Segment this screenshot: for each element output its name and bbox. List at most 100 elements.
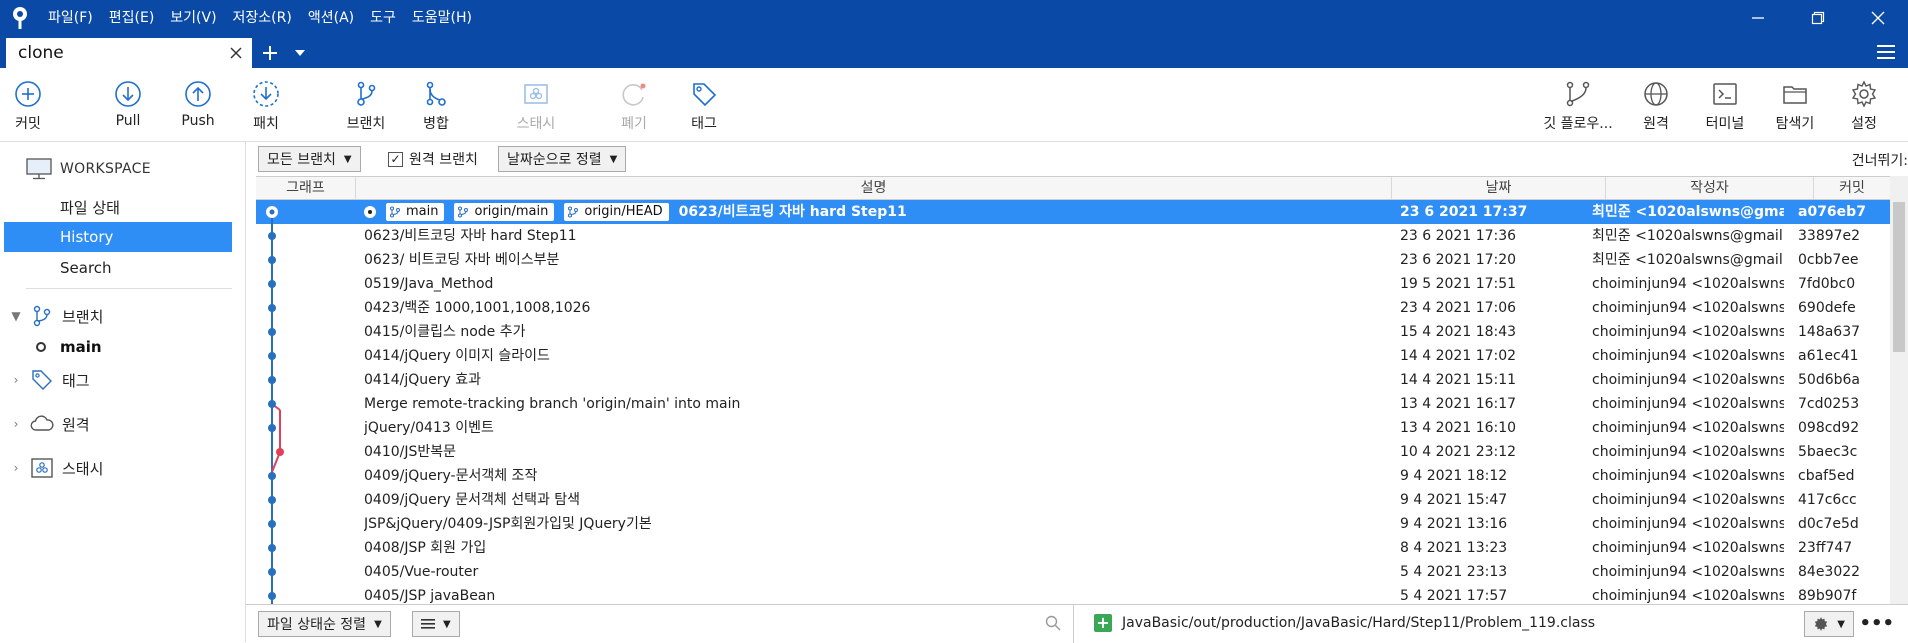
checkbox-checked-icon: ✓ [388,151,403,167]
gear-icon [1851,80,1877,108]
file-list-pane-header: 파일 상태순 정렬 ▼ ▼ [246,605,1074,643]
commit-description: 0405/JSP javaBean [364,588,496,604]
branch-button[interactable]: 브랜치 [346,68,386,142]
sidebar-item-history[interactable]: History [4,222,232,252]
repo-tab[interactable]: clone [6,38,252,68]
menu-actions[interactable]: 액션(A) [300,0,362,36]
commit-description: 0405/Vue-router [364,564,479,580]
remote-branches-checkbox[interactable]: ✓ 원격 브랜치 [388,149,478,169]
table-row-selected[interactable]: main origin/main origin/HEAD 0623/비트코딩 자바 h… [256,200,1890,224]
close-window-button[interactable] [1848,0,1908,36]
minimize-button[interactable] [1728,0,1788,36]
view-mode-dropdown[interactable]: ▼ [412,611,460,637]
table-row[interactable]: jQuery/0413 이벤트 13 4 2021 16:10 choiminjun… [256,416,1890,440]
menu-view[interactable]: 보기(V) [162,0,224,36]
fetch-button[interactable]: 패치 [246,68,286,142]
push-button[interactable]: Push [178,68,218,142]
table-row[interactable]: 0409/jQuery-문서객체 조작 9 4 2021 18:12 choimin… [256,464,1890,488]
commit-button[interactable]: 커밋 [8,68,48,142]
branch-tag-origin-head[interactable]: origin/HEAD [564,203,669,221]
tab-dropdown-icon[interactable] [288,38,312,68]
file-sort-dropdown[interactable]: 파일 상태순 정렬 ▼ [258,611,391,637]
branch-icon [357,81,376,106]
explorer-button[interactable]: 탐색기 [1770,68,1820,142]
close-tab-icon[interactable] [226,43,246,63]
sort-order-dropdown[interactable]: 날짜순으로 정렬 ▼ [498,146,627,172]
table-row[interactable]: 0415/이클립스 node 추가 15 4 2021 18:43 choiminj… [256,320,1890,344]
window-controls [1728,0,1908,36]
branch-filter-dropdown[interactable]: 모든 브랜치 ▼ [258,146,361,172]
table-row[interactable]: Merge remote-tracking branch 'origin/mai… [256,392,1890,416]
current-branch-dot-icon [36,342,46,352]
commit-description: 0409/jQuery-문서객체 조작 [364,468,538,484]
sidebar-section-stashes[interactable]: › 스태시 [8,456,103,480]
table-row[interactable]: 0405/Vue-router 5 4 2021 23:13 choiminjun9… [256,560,1890,584]
table-row[interactable]: 0410/JS반복문 10 4 2021 23:12 choiminjun94 <1… [256,440,1890,464]
sidebar-section-tags[interactable]: › 태그 [8,368,90,392]
table-row[interactable]: 0409/jQuery 문서객체 선택과 탐색 9 4 2021 15:47 cho… [256,488,1890,512]
commit-icon [15,81,41,107]
settings-button[interactable]: 설정 [1844,68,1884,142]
diff-options-dropdown[interactable]: ▼ [1804,611,1854,637]
commit-hash: 23ff747 [1798,540,1853,556]
table-row[interactable]: 0408/JSP 회원 가입 8 4 2021 13:23 choiminjun94… [256,536,1890,560]
remote-button[interactable]: 원격 [1636,68,1676,142]
commit-description: 0414/jQuery 이미지 슬라이드 [364,348,550,364]
sidebar-item-search[interactable]: Search [4,253,232,283]
chevron-right-icon: › [13,461,19,475]
sidebar-item-file-status[interactable]: 파일 상태 [4,192,232,222]
branch-tag-main[interactable]: main [386,203,445,221]
search-icon[interactable] [1045,615,1061,635]
column-description[interactable]: 설명 [356,177,1392,199]
table-row[interactable]: 0519/Java_Method 19 5 2021 17:51 choiminju… [256,272,1890,296]
tag-button[interactable]: 태그 [684,68,724,142]
new-tab-button[interactable] [252,38,288,68]
menu-tools[interactable]: 도구 [362,0,404,36]
menu-help[interactable]: 도움말(H) [404,0,480,36]
commit-author: 최민준 <1020alswns@gmail. [1592,228,1784,244]
table-body: main origin/main origin/HEAD 0623/비트코딩 자바 h… [256,200,1890,604]
table-row[interactable]: 0623/비트코딩 자바 hard Step11 23 6 2021 17:36 최… [256,224,1890,248]
commit-author: choiminjun94 <1020alswns@ [1592,372,1784,388]
sidebar-section-remotes[interactable]: › 원격 [8,412,90,436]
filter-bar: 모든 브랜치 ▼ ✓ 원격 브랜치 날짜순으로 정렬 ▼ 건너뛰기: [246,142,1908,176]
table-row[interactable]: 0623/ 비트코딩 자바 베이스부분 23 6 2021 17:20 최민준 <1… [256,248,1890,272]
table-row[interactable]: 0414/jQuery 효과 14 4 2021 15:11 choiminjun9… [256,368,1890,392]
table-row[interactable]: JSP&jQuery/0409-JSP회원가입및 JQuery기본 9 4 202… [256,512,1890,536]
gitflow-button[interactable]: 깃 플로우... [1538,68,1618,142]
pull-button[interactable]: Pull [108,68,148,142]
vertical-scrollbar[interactable] [1890,176,1908,604]
chevron-right-icon: › [13,417,19,431]
menu-edit[interactable]: 편집(E) [101,0,163,36]
sidebar-branch-main[interactable]: main [36,338,102,356]
commit-description: 0623/비트코딩 자바 hard Step11 [364,228,577,244]
commit-date: 19 5 2021 17:51 [1400,276,1517,292]
branch-icon [456,205,470,219]
stash-icon [30,456,54,480]
table-row[interactable]: 0423/백준 1000,1001,1008,1026 23 4 2021 17:… [256,296,1890,320]
hamburger-menu-icon[interactable] [1874,40,1898,64]
menu-file[interactable]: 파일(F) [40,0,101,36]
column-commit[interactable]: 커밋 [1814,177,1890,199]
terminal-button[interactable]: 터미널 [1700,68,1750,142]
stash-button[interactable]: 스태시 [514,68,558,142]
commit-hash: 098cd92 [1798,420,1860,436]
merge-button[interactable]: 병합 [416,68,456,142]
maximize-button[interactable] [1788,0,1848,36]
discard-button[interactable]: 폐기 [614,68,654,142]
sidebar-section-branches[interactable]: ▼ 브랜치 [8,304,103,328]
table-row[interactable]: 0414/jQuery 이미지 슬라이드 14 4 2021 17:02 choim… [256,344,1890,368]
commit-hash: 5baec3c [1798,444,1858,460]
scrollbar-thumb[interactable] [1893,202,1905,352]
gear-icon [1815,617,1828,631]
column-graph[interactable]: 그래프 [256,177,356,199]
column-author[interactable]: 작성자 [1606,177,1814,199]
commit-description: 0623/ 비트코딩 자바 베이스부분 [364,252,560,268]
branch-tag-origin-main[interactable]: origin/main [454,203,555,221]
menu-repository[interactable]: 저장소(R) [225,0,300,36]
more-options-icon[interactable]: ••• [1859,613,1894,634]
table-row[interactable]: 0405/JSP javaBean 5 4 2021 17:57 choiminju… [256,584,1890,604]
commit-hash: 0cbb7ee [1798,252,1859,268]
commit-date: 10 4 2021 23:12 [1400,444,1517,460]
column-date[interactable]: 날짜 [1392,177,1606,199]
